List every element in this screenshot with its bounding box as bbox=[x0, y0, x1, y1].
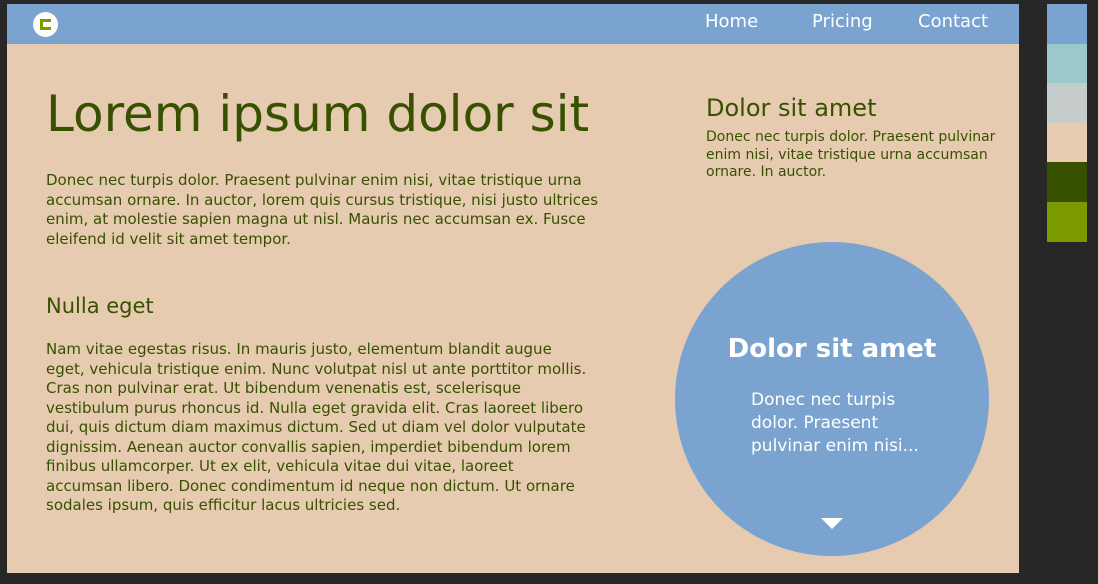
c-logo-icon bbox=[40, 19, 51, 30]
section-heading: Nulla eget bbox=[46, 294, 154, 318]
color-swatch bbox=[1047, 122, 1087, 163]
color-swatch bbox=[1047, 83, 1087, 123]
color-palette bbox=[1047, 4, 1087, 242]
color-swatch bbox=[1047, 4, 1087, 44]
chevron-down-icon[interactable] bbox=[821, 518, 843, 529]
navbar: Home Pricing Contact bbox=[7, 4, 1019, 44]
nav-link-home[interactable]: Home bbox=[705, 11, 758, 33]
aside-paragraph: Donec nec turpis dolor. Praesent pulvina… bbox=[706, 129, 996, 180]
color-swatch bbox=[1047, 162, 1087, 202]
nav-link-pricing[interactable]: Pricing bbox=[812, 11, 873, 33]
color-swatch bbox=[1047, 43, 1087, 84]
logo[interactable] bbox=[33, 12, 58, 37]
section-paragraph: Nam vitae egestas risus. In mauris justo… bbox=[46, 340, 587, 514]
circle-paragraph: Donec nec turpis dolor. Praesent pulvina… bbox=[751, 390, 919, 456]
feature-circle: Dolor sit amet Donec nec turpis dolor. P… bbox=[675, 242, 989, 556]
aside-heading: Dolor sit amet bbox=[706, 94, 877, 122]
nav-link-contact[interactable]: Contact bbox=[918, 11, 988, 33]
page-frame: Home Pricing Contact Lorem ipsum dolor s… bbox=[7, 4, 1019, 573]
hero-title: Lorem ipsum dolor sit bbox=[46, 85, 590, 143]
color-swatch bbox=[1047, 201, 1087, 242]
hero-paragraph: Donec nec turpis dolor. Praesent pulvina… bbox=[46, 171, 599, 248]
circle-heading: Dolor sit amet bbox=[727, 334, 937, 364]
